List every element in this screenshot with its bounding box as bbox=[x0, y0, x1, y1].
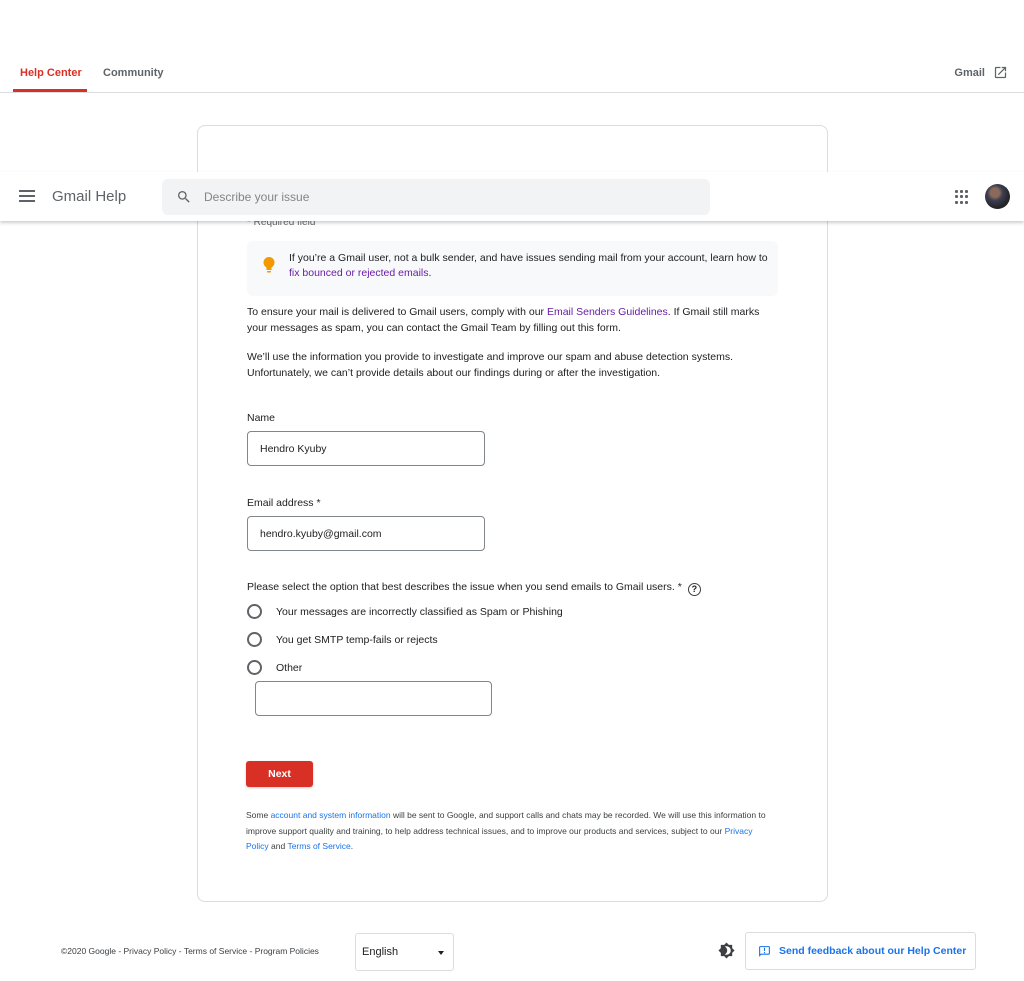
dark-mode-icon[interactable] bbox=[718, 942, 735, 959]
send-feedback-button[interactable]: Send feedback about our Help Center bbox=[745, 932, 976, 970]
disclaimer-text: Some account and system information will… bbox=[246, 810, 766, 851]
app-header: Gmail Help bbox=[0, 172, 1024, 221]
issue-question: Please select the option that best descr… bbox=[247, 581, 701, 596]
radio-button[interactable] bbox=[247, 604, 262, 619]
next-button[interactable]: Next bbox=[246, 761, 313, 787]
terms-of-service-link[interactable]: Terms of Service bbox=[287, 841, 350, 851]
feedback-label: Send feedback about our Help Center bbox=[779, 945, 967, 957]
dropdown-caret-icon bbox=[438, 951, 444, 955]
option-smtp-temp-fails[interactable]: You get SMTP temp-fails or rejects bbox=[247, 632, 438, 647]
tip-box: If you’re a Gmail user, not a bulk sende… bbox=[247, 241, 778, 296]
name-field[interactable] bbox=[247, 431, 485, 466]
lightbulb-icon bbox=[263, 257, 275, 273]
account-info-link[interactable]: account and system information bbox=[271, 810, 391, 820]
gmail-link-label: Gmail bbox=[954, 66, 985, 79]
search-bar bbox=[162, 179, 710, 215]
other-text-field[interactable] bbox=[255, 681, 492, 716]
tip-text: If you’re a Gmail user, not a bulk sende… bbox=[289, 252, 768, 279]
email-senders-guidelines-link[interactable]: Email Senders Guidelines bbox=[547, 306, 668, 318]
tab-community[interactable]: Community bbox=[103, 67, 164, 79]
email-field[interactable] bbox=[247, 516, 485, 551]
footer-terms-link[interactable]: Terms of Service bbox=[184, 946, 247, 956]
language-value: English bbox=[362, 946, 399, 958]
option-label: Other bbox=[276, 661, 303, 674]
option-spam-phishing[interactable]: Your messages are incorrectly classified… bbox=[247, 604, 563, 619]
top-navigation: Help Center Community Gmail bbox=[0, 53, 1024, 93]
option-label: Your messages are incorrectly classified… bbox=[276, 605, 563, 618]
search-input[interactable] bbox=[204, 179, 694, 215]
footer-privacy-link[interactable]: Privacy Policy bbox=[124, 946, 177, 956]
help-icon[interactable]: ? bbox=[687, 583, 701, 596]
investigation-paragraph: We’ll use the information you provide to… bbox=[247, 351, 733, 379]
fix-bounced-emails-link[interactable]: fix bounced or rejected emails bbox=[289, 267, 429, 279]
footer-program-policies-link[interactable]: Program Policies bbox=[255, 946, 319, 956]
language-select[interactable]: English bbox=[355, 933, 454, 971]
copyright: ©2020 Google bbox=[61, 946, 116, 956]
option-label: You get SMTP temp-fails or rejects bbox=[276, 633, 438, 646]
search-icon bbox=[178, 191, 190, 203]
tab-help-center[interactable]: Help Center bbox=[20, 67, 82, 79]
active-tab-indicator bbox=[13, 89, 87, 92]
intro-paragraph: To ensure your mail is delivered to Gmai… bbox=[247, 306, 760, 334]
avatar[interactable] bbox=[985, 184, 1010, 209]
footer-links: ©2020 Google - Privacy Policy - Terms of… bbox=[61, 946, 319, 956]
feedback-icon bbox=[759, 945, 770, 957]
option-other[interactable]: Other bbox=[247, 660, 302, 675]
apps-grid-icon[interactable] bbox=[955, 190, 969, 204]
gmail-external-link[interactable]: Gmail bbox=[954, 65, 1008, 80]
menu-icon[interactable] bbox=[19, 190, 35, 203]
app-title: Gmail Help bbox=[52, 188, 127, 205]
open-in-new-icon bbox=[994, 66, 1007, 79]
name-label: Name bbox=[247, 412, 276, 424]
radio-button[interactable] bbox=[247, 660, 262, 675]
radio-button[interactable] bbox=[247, 632, 262, 647]
email-label: Email address * bbox=[247, 497, 321, 509]
